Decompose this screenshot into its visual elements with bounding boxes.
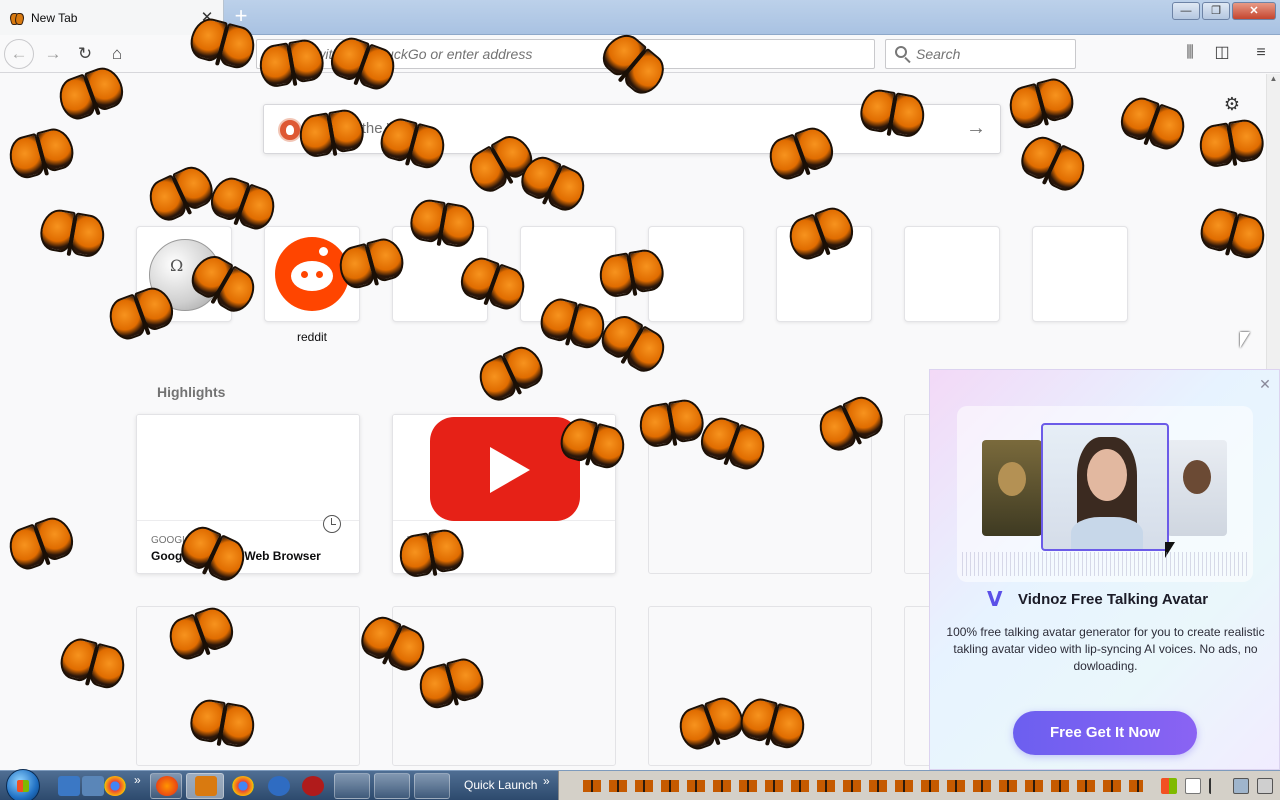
reddit-logo-icon xyxy=(275,237,349,311)
chrome-icon[interactable] xyxy=(232,776,254,796)
reload-icon[interactable]: ↻ xyxy=(70,39,100,69)
top-site-empty[interactable] xyxy=(776,226,872,322)
search-go-arrow-icon[interactable]: → xyxy=(966,117,986,140)
audio-waveform xyxy=(962,552,1250,576)
duckduckgo-icon xyxy=(278,118,302,142)
flag-icon[interactable] xyxy=(1209,778,1225,794)
quick-launch-chevron[interactable]: » xyxy=(134,773,141,787)
card-source: YOUTUBE xyxy=(407,535,456,546)
window-controls: — ❐ ✕ xyxy=(1172,2,1276,20)
highlights-heading: Highlights xyxy=(157,384,226,400)
network-icon[interactable] xyxy=(1233,778,1249,794)
title-bar: New Tab ✕ + — ❐ ✕ xyxy=(0,0,1280,35)
avatar-selected xyxy=(1041,423,1169,551)
windows-icon[interactable] xyxy=(1161,778,1177,794)
quick-launch-chevron[interactable]: » xyxy=(543,774,550,788)
top-site-empty[interactable] xyxy=(1032,226,1128,322)
card-thumbnail xyxy=(393,415,615,521)
top-site-empty[interactable] xyxy=(904,226,1000,322)
address-bar[interactable]: Search with DuckDuckGo or enter address xyxy=(256,39,875,69)
highlight-placeholder xyxy=(136,606,360,766)
card-title: Google Chrome Web Browser xyxy=(151,549,321,563)
search-bar-placeholder: Search xyxy=(916,46,961,62)
card-source: GOOGLE xyxy=(151,535,195,546)
web-search-placeholder: Search the Web xyxy=(310,120,418,137)
butterfly-task-button[interactable] xyxy=(186,773,224,799)
free-get-it-now-button[interactable]: Free Get It Now xyxy=(1013,711,1197,755)
quick-launch-label[interactable]: Quick Launch xyxy=(464,778,537,792)
top-site-label: reddit xyxy=(296,330,328,344)
new-tab-button[interactable]: + xyxy=(230,4,252,28)
avatar-thumbnail xyxy=(982,440,1042,536)
top-site-reddit[interactable] xyxy=(264,226,360,322)
volume-muted-icon[interactable] xyxy=(1257,778,1273,794)
popup-close-button[interactable]: ✕ xyxy=(1257,376,1273,392)
gear-icon[interactable]: ⚙ xyxy=(1222,94,1242,114)
highlight-placeholder xyxy=(648,606,872,766)
highlight-card[interactable]: GOOGLE Google Chrome Web Browser xyxy=(136,414,360,574)
top-site-empty[interactable] xyxy=(520,226,616,322)
top-site-wikipedia[interactable]: Ω xyxy=(136,226,232,322)
highlight-card[interactable]: YOUTUBE YouTube xyxy=(392,414,616,574)
task-button[interactable] xyxy=(374,773,410,799)
clock-icon xyxy=(323,515,341,533)
search-bar[interactable]: Search xyxy=(885,39,1076,69)
highlight-placeholder xyxy=(648,414,872,574)
card-thumbnail xyxy=(137,415,359,521)
library-icon[interactable]: ⫼ xyxy=(1180,43,1200,63)
restore-button[interactable]: ❐ xyxy=(1202,2,1230,20)
tab-new-tab[interactable]: New Tab ✕ xyxy=(0,0,224,35)
window-close-button[interactable]: ✕ xyxy=(1232,2,1276,20)
tab-title: New Tab xyxy=(31,10,78,25)
search-icon xyxy=(895,46,907,58)
app-icon[interactable] xyxy=(302,776,324,796)
firefox-task-button[interactable] xyxy=(150,773,182,799)
taskbar: » Quick Launch » xyxy=(0,769,1280,800)
minimize-button[interactable]: — xyxy=(1172,2,1200,20)
sidebar-icon[interactable]: ◫ xyxy=(1212,43,1232,63)
home-icon[interactable]: ⌂ xyxy=(102,39,132,69)
show-desktop-icon[interactable] xyxy=(58,776,80,796)
avatar-thumbnail xyxy=(1167,440,1227,536)
forward-arrow-icon[interactable]: → xyxy=(38,39,68,69)
butterfly-favicon-icon xyxy=(10,12,24,24)
tab-close-button[interactable]: ✕ xyxy=(197,8,217,28)
youtube-logo-icon xyxy=(430,417,580,521)
popup-description: 100% free talking avatar generator for y… xyxy=(946,625,1265,673)
back-arrow-icon[interactable]: ← xyxy=(4,39,34,69)
hamburger-menu-icon[interactable]: ≡ xyxy=(1251,43,1271,63)
card-title: YouTube xyxy=(407,549,457,563)
butterfly-tray-icons xyxy=(583,780,1143,792)
task-button[interactable] xyxy=(414,773,450,799)
firefox-icon xyxy=(156,776,178,796)
task-button[interactable] xyxy=(334,773,370,799)
top-site-empty[interactable] xyxy=(392,226,488,322)
top-site-empty[interactable] xyxy=(648,226,744,322)
wikipedia-logo-icon: Ω xyxy=(149,239,221,311)
butterfly-icon xyxy=(195,776,217,796)
vidnoz-ad-popup: ✕ V Vidnoz Free Talking Avatar 100% free… xyxy=(929,369,1280,770)
popup-title: Vidnoz Free Talking Avatar xyxy=(1018,591,1209,608)
highlight-placeholder xyxy=(392,606,616,766)
mouse-cursor-icon xyxy=(1240,332,1250,348)
start-button[interactable] xyxy=(6,769,40,800)
document-icon[interactable] xyxy=(1185,778,1201,794)
app-icon[interactable] xyxy=(268,776,290,796)
navigation-toolbar: ← → ↻ ⌂ Search with DuckDuckGo or enter … xyxy=(0,35,1280,73)
system-tray xyxy=(558,771,1280,800)
web-search-box[interactable]: Search the Web → xyxy=(263,104,1001,154)
vidnoz-logo-icon: V xyxy=(987,587,1003,611)
explorer-icon[interactable] xyxy=(82,776,104,796)
chrome-icon[interactable] xyxy=(104,776,126,796)
